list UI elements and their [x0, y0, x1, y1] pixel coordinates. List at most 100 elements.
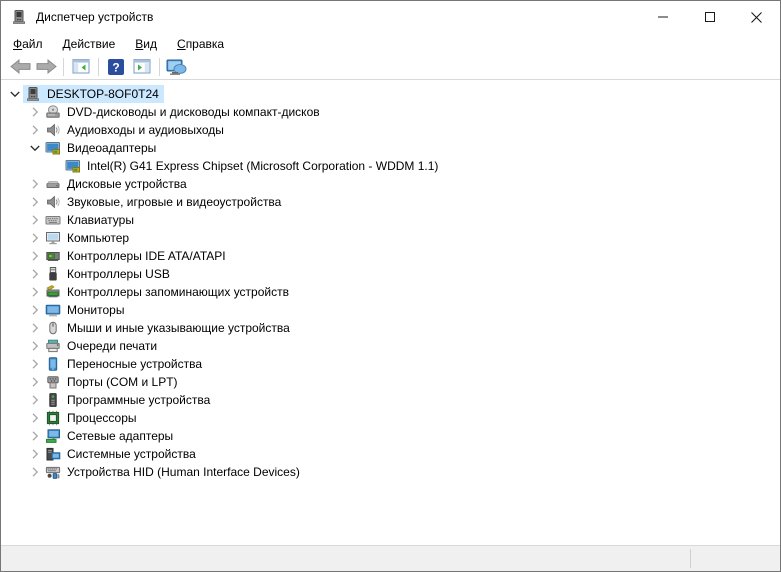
console-tree-toggle-button[interactable] — [68, 56, 94, 78]
tree-item[interactable]: Порты (COM и LPT) — [1, 373, 780, 391]
tree-item[interactable]: Контроллеры IDE ATA/ATAPI — [1, 247, 780, 265]
action-pane-icon — [133, 58, 151, 75]
forward-icon — [36, 58, 57, 75]
tree-item[interactable]: Устройства HID (Human Interface Devices) — [1, 463, 780, 481]
tree-item[interactable]: Контроллеры запоминающих устройств — [1, 283, 780, 301]
tree-item-body[interactable]: Системные устройства — [43, 445, 201, 463]
tree-item[interactable]: Процессоры — [1, 409, 780, 427]
tree-item-body[interactable]: Звуковые, игровые и видеоустройства — [43, 193, 286, 211]
tree-item-label: Устройства HID (Human Interface Devices) — [67, 465, 300, 479]
tree-item-body[interactable]: Дисковые устройства — [43, 175, 192, 193]
chevron-right-icon[interactable] — [27, 212, 43, 228]
tree-item-body[interactable]: Контроллеры запоминающих устройств — [43, 283, 294, 301]
chevron-right-icon[interactable] — [27, 338, 43, 354]
chevron-right-icon[interactable] — [27, 356, 43, 372]
tree-item-body[interactable]: Видеоадаптеры — [43, 139, 161, 157]
tree-item-label: Компьютер — [67, 231, 130, 245]
tree-item-body[interactable]: Мыши и иные указывающие устройства — [43, 319, 295, 337]
tree-item-body[interactable]: Очереди печати — [43, 337, 162, 355]
tree-item-body[interactable]: Переносные устройства — [43, 355, 207, 373]
tree-item[interactable]: Мониторы — [1, 301, 780, 319]
tree-item-label: Мониторы — [67, 303, 125, 317]
chevron-right-icon[interactable] — [27, 374, 43, 390]
usb-icon — [45, 266, 61, 282]
close-icon — [751, 11, 762, 23]
tree-item[interactable]: Звуковые, игровые и видеоустройства — [1, 193, 780, 211]
forward-button[interactable] — [33, 56, 59, 78]
menu-help[interactable]: Справка — [167, 35, 234, 53]
tree-item[interactable]: Программные устройства — [1, 391, 780, 409]
tree-item[interactable]: Дисковые устройства — [1, 175, 780, 193]
tree-item-body[interactable]: Intel(R) G41 Express Chipset (Microsoft … — [63, 157, 443, 175]
tree-item-label: Контроллеры IDE ATA/ATAPI — [67, 249, 226, 263]
maximize-icon — [704, 12, 715, 22]
tree-item-body[interactable]: Программные устройства — [43, 391, 215, 409]
tree-item-label: Порты (COM и LPT) — [67, 375, 178, 389]
chevron-right-icon[interactable] — [27, 320, 43, 336]
tree-item-label: Мыши и иные указывающие устройства — [67, 321, 290, 335]
chevron-down-icon[interactable] — [7, 86, 23, 102]
tree-item-body[interactable]: Компьютер — [43, 229, 134, 247]
tree-item-body[interactable]: Процессоры — [43, 409, 142, 427]
processor-icon — [45, 410, 61, 426]
chevron-right-icon[interactable] — [27, 194, 43, 210]
title-bar: Диспетчер устройств — [1, 1, 780, 33]
menu-file[interactable]: Файл — [3, 35, 53, 53]
tree-item[interactable]: Видеоадаптеры — [1, 139, 780, 157]
close-button[interactable] — [733, 1, 780, 33]
back-button[interactable] — [7, 56, 33, 78]
tree-item-body[interactable]: Контроллеры IDE ATA/ATAPI — [43, 247, 231, 265]
printer-icon — [45, 338, 61, 354]
tree-item[interactable]: Компьютер — [1, 229, 780, 247]
tree-item[interactable]: DVD-дисководы и дисководы компакт-дисков — [1, 103, 780, 121]
tree-item[interactable]: Аудиовходы и аудиовыходы — [1, 121, 780, 139]
chevron-right-icon[interactable] — [27, 176, 43, 192]
chevron-right-icon[interactable] — [27, 428, 43, 444]
minimize-button[interactable] — [639, 1, 686, 33]
tree-item-body[interactable]: Мониторы — [43, 301, 129, 319]
tree-item-body[interactable]: Контроллеры USB — [43, 265, 175, 283]
tree-item-body[interactable]: Аудиовходы и аудиовыходы — [43, 121, 229, 139]
tree-item[interactable]: Контроллеры USB — [1, 265, 780, 283]
keyboard-icon — [45, 212, 61, 228]
tree-item[interactable]: Клавиатуры — [1, 211, 780, 229]
chevron-right-icon[interactable] — [27, 248, 43, 264]
tree-item-label: Системные устройства — [67, 447, 196, 461]
action-pane-toggle-button[interactable] — [129, 56, 155, 78]
tree-item-body[interactable]: Клавиатуры — [43, 211, 139, 229]
mouse-icon — [45, 320, 61, 336]
help-button[interactable]: ? — [103, 56, 129, 78]
chevron-right-icon[interactable] — [27, 464, 43, 480]
chevron-down-icon[interactable] — [27, 140, 43, 156]
tree-item[interactable]: Intel(R) G41 Express Chipset (Microsoft … — [1, 157, 780, 175]
tree-item[interactable]: Системные устройства — [1, 445, 780, 463]
tree-item-body[interactable]: Порты (COM и LPT) — [43, 373, 183, 391]
chevron-right-icon[interactable] — [27, 446, 43, 462]
tree-item-body[interactable]: Устройства HID (Human Interface Devices) — [43, 463, 305, 481]
tree-item[interactable]: Очереди печати — [1, 337, 780, 355]
display-adapter-icon — [65, 158, 81, 174]
device-tree: DESKTOP-8OF0T24 DVD-дисководы и дисководы… — [1, 80, 780, 545]
menu-action[interactable]: Действие — [53, 35, 126, 53]
selected-tree-item-body[interactable]: DESKTOP-8OF0T24 — [23, 85, 164, 103]
tree-item-label: Контроллеры запоминающих устройств — [67, 285, 289, 299]
chevron-right-icon[interactable] — [27, 302, 43, 318]
chevron-right-icon[interactable] — [27, 392, 43, 408]
chevron-right-icon[interactable] — [27, 104, 43, 120]
scan-hardware-button[interactable] — [164, 56, 190, 78]
caption-buttons — [639, 1, 780, 33]
chevron-right-icon[interactable] — [27, 230, 43, 246]
chevron-right-icon[interactable] — [27, 410, 43, 426]
tree-item[interactable]: DESKTOP-8OF0T24 — [1, 85, 780, 103]
tree-item[interactable]: Переносные устройства — [1, 355, 780, 373]
tree-item-body[interactable]: Сетевые адаптеры — [43, 427, 178, 445]
tree-item[interactable]: Сетевые адаптеры — [1, 427, 780, 445]
chevron-right-icon[interactable] — [27, 122, 43, 138]
menu-view[interactable]: Вид — [125, 35, 167, 53]
maximize-button[interactable] — [686, 1, 733, 33]
chevron-right-icon[interactable] — [27, 284, 43, 300]
tree-item-body[interactable]: DVD-дисководы и дисководы компакт-дисков — [43, 103, 325, 121]
chevron-right-icon[interactable] — [27, 266, 43, 282]
tree-item[interactable]: Мыши и иные указывающие устройства — [1, 319, 780, 337]
status-bar-divider — [690, 549, 691, 568]
